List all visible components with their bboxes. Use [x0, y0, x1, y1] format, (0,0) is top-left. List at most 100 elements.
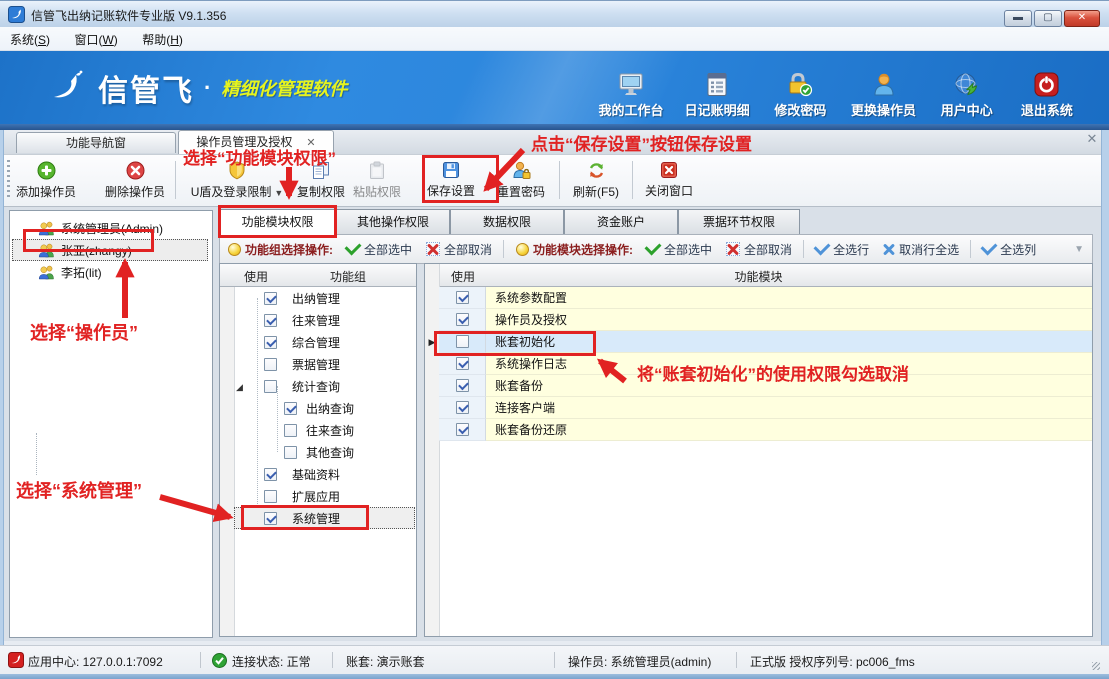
- table-row[interactable]: 系统操作日志: [425, 353, 1092, 375]
- tree-item-admin[interactable]: 系统管理员(Admin): [12, 217, 208, 239]
- table-row[interactable]: 账套备份还原: [425, 419, 1092, 441]
- minimize-button[interactable]: ▬: [1004, 10, 1032, 27]
- checkbox[interactable]: [456, 335, 469, 348]
- table-row-selected[interactable]: 系统管理: [234, 507, 415, 529]
- tree-item-zhangya[interactable]: 张亚(zhangy): [12, 239, 208, 261]
- checkbox[interactable]: [264, 358, 277, 371]
- checkbox[interactable]: [264, 490, 277, 503]
- checkbox[interactable]: [284, 402, 297, 415]
- switch-operator-icon: [872, 72, 896, 97]
- banner-action-switch-operator[interactable]: 更换操作员: [844, 59, 924, 119]
- panel-close-icon[interactable]: ✕: [1084, 131, 1100, 147]
- checkbox[interactable]: [264, 336, 277, 349]
- perm-tab-bill-stages[interactable]: 票据环节权限: [678, 209, 800, 235]
- table-row[interactable]: 出纳查询: [234, 397, 415, 419]
- checkbox[interactable]: [264, 380, 277, 393]
- menu-bar: 系统(S) 窗口(W) 帮助(H): [0, 27, 1109, 51]
- checkbox[interactable]: [456, 291, 469, 304]
- tab-close-icon[interactable]: ✕: [306, 132, 315, 155]
- refresh-icon: [587, 161, 606, 180]
- module-select-all-button[interactable]: 全部选中: [646, 241, 712, 258]
- table-row[interactable]: 往来管理: [234, 309, 415, 331]
- group-select-all-button[interactable]: 全部选中: [346, 241, 412, 258]
- perm-tab-other-operations[interactable]: 其他操作权限: [336, 209, 450, 235]
- delete-operator-button[interactable]: 删除操作员: [100, 157, 170, 203]
- tab-function-nav[interactable]: 功能导航窗: [16, 132, 176, 153]
- banner-action-change-password[interactable]: 修改密码: [763, 59, 837, 119]
- status-divider: [200, 652, 201, 668]
- actionbar-caret-icon[interactable]: ▼: [1074, 244, 1084, 255]
- expand-collapse-icon[interactable]: ◢: [236, 382, 243, 393]
- reset-password-button[interactable]: 重置密码: [493, 157, 549, 203]
- perm-tab-function-modules[interactable]: 功能模块权限: [219, 209, 336, 235]
- ushield-login-limit-button[interactable]: U盾及登录限制▼: [181, 157, 293, 203]
- banner-action-user-center[interactable]: 用户中心: [930, 59, 1004, 119]
- table-row[interactable]: 账套备份: [425, 375, 1092, 397]
- window-frame-right: [1101, 130, 1109, 674]
- banner-action-label: 用户中心: [941, 100, 993, 119]
- tree-item-lituo[interactable]: 李拓(lit): [12, 261, 208, 283]
- table-row[interactable]: ◢统计查询: [234, 375, 415, 397]
- exit-system-power-icon: [1034, 72, 1059, 97]
- checkbox[interactable]: [264, 512, 277, 525]
- table-row[interactable]: 综合管理: [234, 331, 415, 353]
- checkbox[interactable]: [456, 423, 469, 436]
- select-column-button[interactable]: 全选列: [982, 241, 1036, 258]
- checkbox[interactable]: [264, 292, 277, 305]
- brand-name: 信管飞: [98, 66, 194, 110]
- close-button[interactable]: ✕: [1064, 10, 1100, 27]
- selection-action-bar: 功能组选择操作: 全部选中 全部取消 功能模块选择操作: 全部选中 全部取消 全…: [219, 234, 1093, 264]
- table-row[interactable]: 连接客户端: [425, 397, 1092, 419]
- menu-system[interactable]: 系统(S): [0, 27, 60, 48]
- banner-action-workbench[interactable]: 我的工作台: [591, 59, 671, 119]
- checkbox[interactable]: [264, 314, 277, 327]
- menu-help[interactable]: 帮助(H): [132, 27, 193, 48]
- copy-permission-button[interactable]: 复制权限: [293, 157, 349, 203]
- table-row[interactable]: 往来查询: [234, 419, 415, 441]
- connection-ok-icon: [212, 653, 227, 668]
- select-row-button[interactable]: 全选行: [815, 241, 869, 258]
- brand-logo-icon: [46, 67, 88, 109]
- add-operator-button[interactable]: 添加操作员: [14, 157, 78, 203]
- table-row[interactable]: 其他查询: [234, 441, 415, 463]
- paste-permission-button[interactable]: 粘贴权限: [349, 157, 405, 203]
- cancel-row-button[interactable]: 取消行全选: [883, 241, 959, 258]
- toolbar-grip[interactable]: [7, 160, 10, 200]
- table-row-selected[interactable]: ▶账套初始化: [425, 331, 1092, 353]
- checkbox[interactable]: [456, 357, 469, 370]
- group-cancel-all-button[interactable]: 全部取消: [426, 241, 492, 258]
- checkbox[interactable]: [456, 379, 469, 392]
- checkbox[interactable]: [456, 313, 469, 326]
- banner-action-journal[interactable]: 日记账明细: [677, 59, 757, 119]
- table-row[interactable]: 扩展应用: [234, 485, 415, 507]
- tab-operator-management[interactable]: 操作员管理及授权✕: [178, 130, 334, 154]
- close-window-button[interactable]: 关闭窗口: [638, 157, 700, 203]
- ushield-icon: [228, 161, 246, 180]
- table-row[interactable]: 票据管理: [234, 353, 415, 375]
- banner-action-exit-system[interactable]: 退出系统: [1010, 59, 1084, 119]
- table-row[interactable]: 操作员及授权: [425, 309, 1092, 331]
- resize-grip[interactable]: [1092, 662, 1100, 670]
- banner-action-label: 退出系统: [1021, 100, 1073, 119]
- menu-window[interactable]: 窗口(W): [64, 27, 127, 48]
- table-row[interactable]: 系统参数配置: [425, 287, 1092, 309]
- dropdown-caret-icon[interactable]: ▼: [274, 188, 283, 198]
- perm-tab-data[interactable]: 数据权限: [450, 209, 564, 235]
- brand-separator: ·: [204, 75, 211, 101]
- table-row[interactable]: 基础资料: [234, 463, 415, 485]
- save-settings-button[interactable]: 保存设置: [423, 157, 479, 203]
- banner-actions: 我的工作台 日记账明细 修改密码 更换操作员 用户中心 退出系统: [591, 59, 1084, 119]
- checkbox[interactable]: [264, 468, 277, 481]
- checkbox[interactable]: [284, 424, 297, 437]
- module-grid-header: 使用 功能模块: [425, 264, 1092, 287]
- refresh-button[interactable]: 刷新(F5): [565, 157, 627, 203]
- module-cancel-all-button[interactable]: 全部取消: [726, 241, 792, 258]
- table-row[interactable]: 出纳管理: [234, 287, 415, 309]
- checkbox[interactable]: [456, 401, 469, 414]
- checkbox[interactable]: [284, 446, 297, 459]
- perm-tab-fund-accounts[interactable]: 资金账户: [564, 209, 678, 235]
- actionbar-separator: [803, 240, 804, 258]
- cancel-blue-icon: [883, 243, 895, 255]
- function-group-grid: 使用 功能组 出纳管理 往来管理 综合管理 票据管理 ◢统计查询 出纳查询 往来…: [219, 263, 417, 637]
- maximize-button[interactable]: ▢: [1034, 10, 1062, 27]
